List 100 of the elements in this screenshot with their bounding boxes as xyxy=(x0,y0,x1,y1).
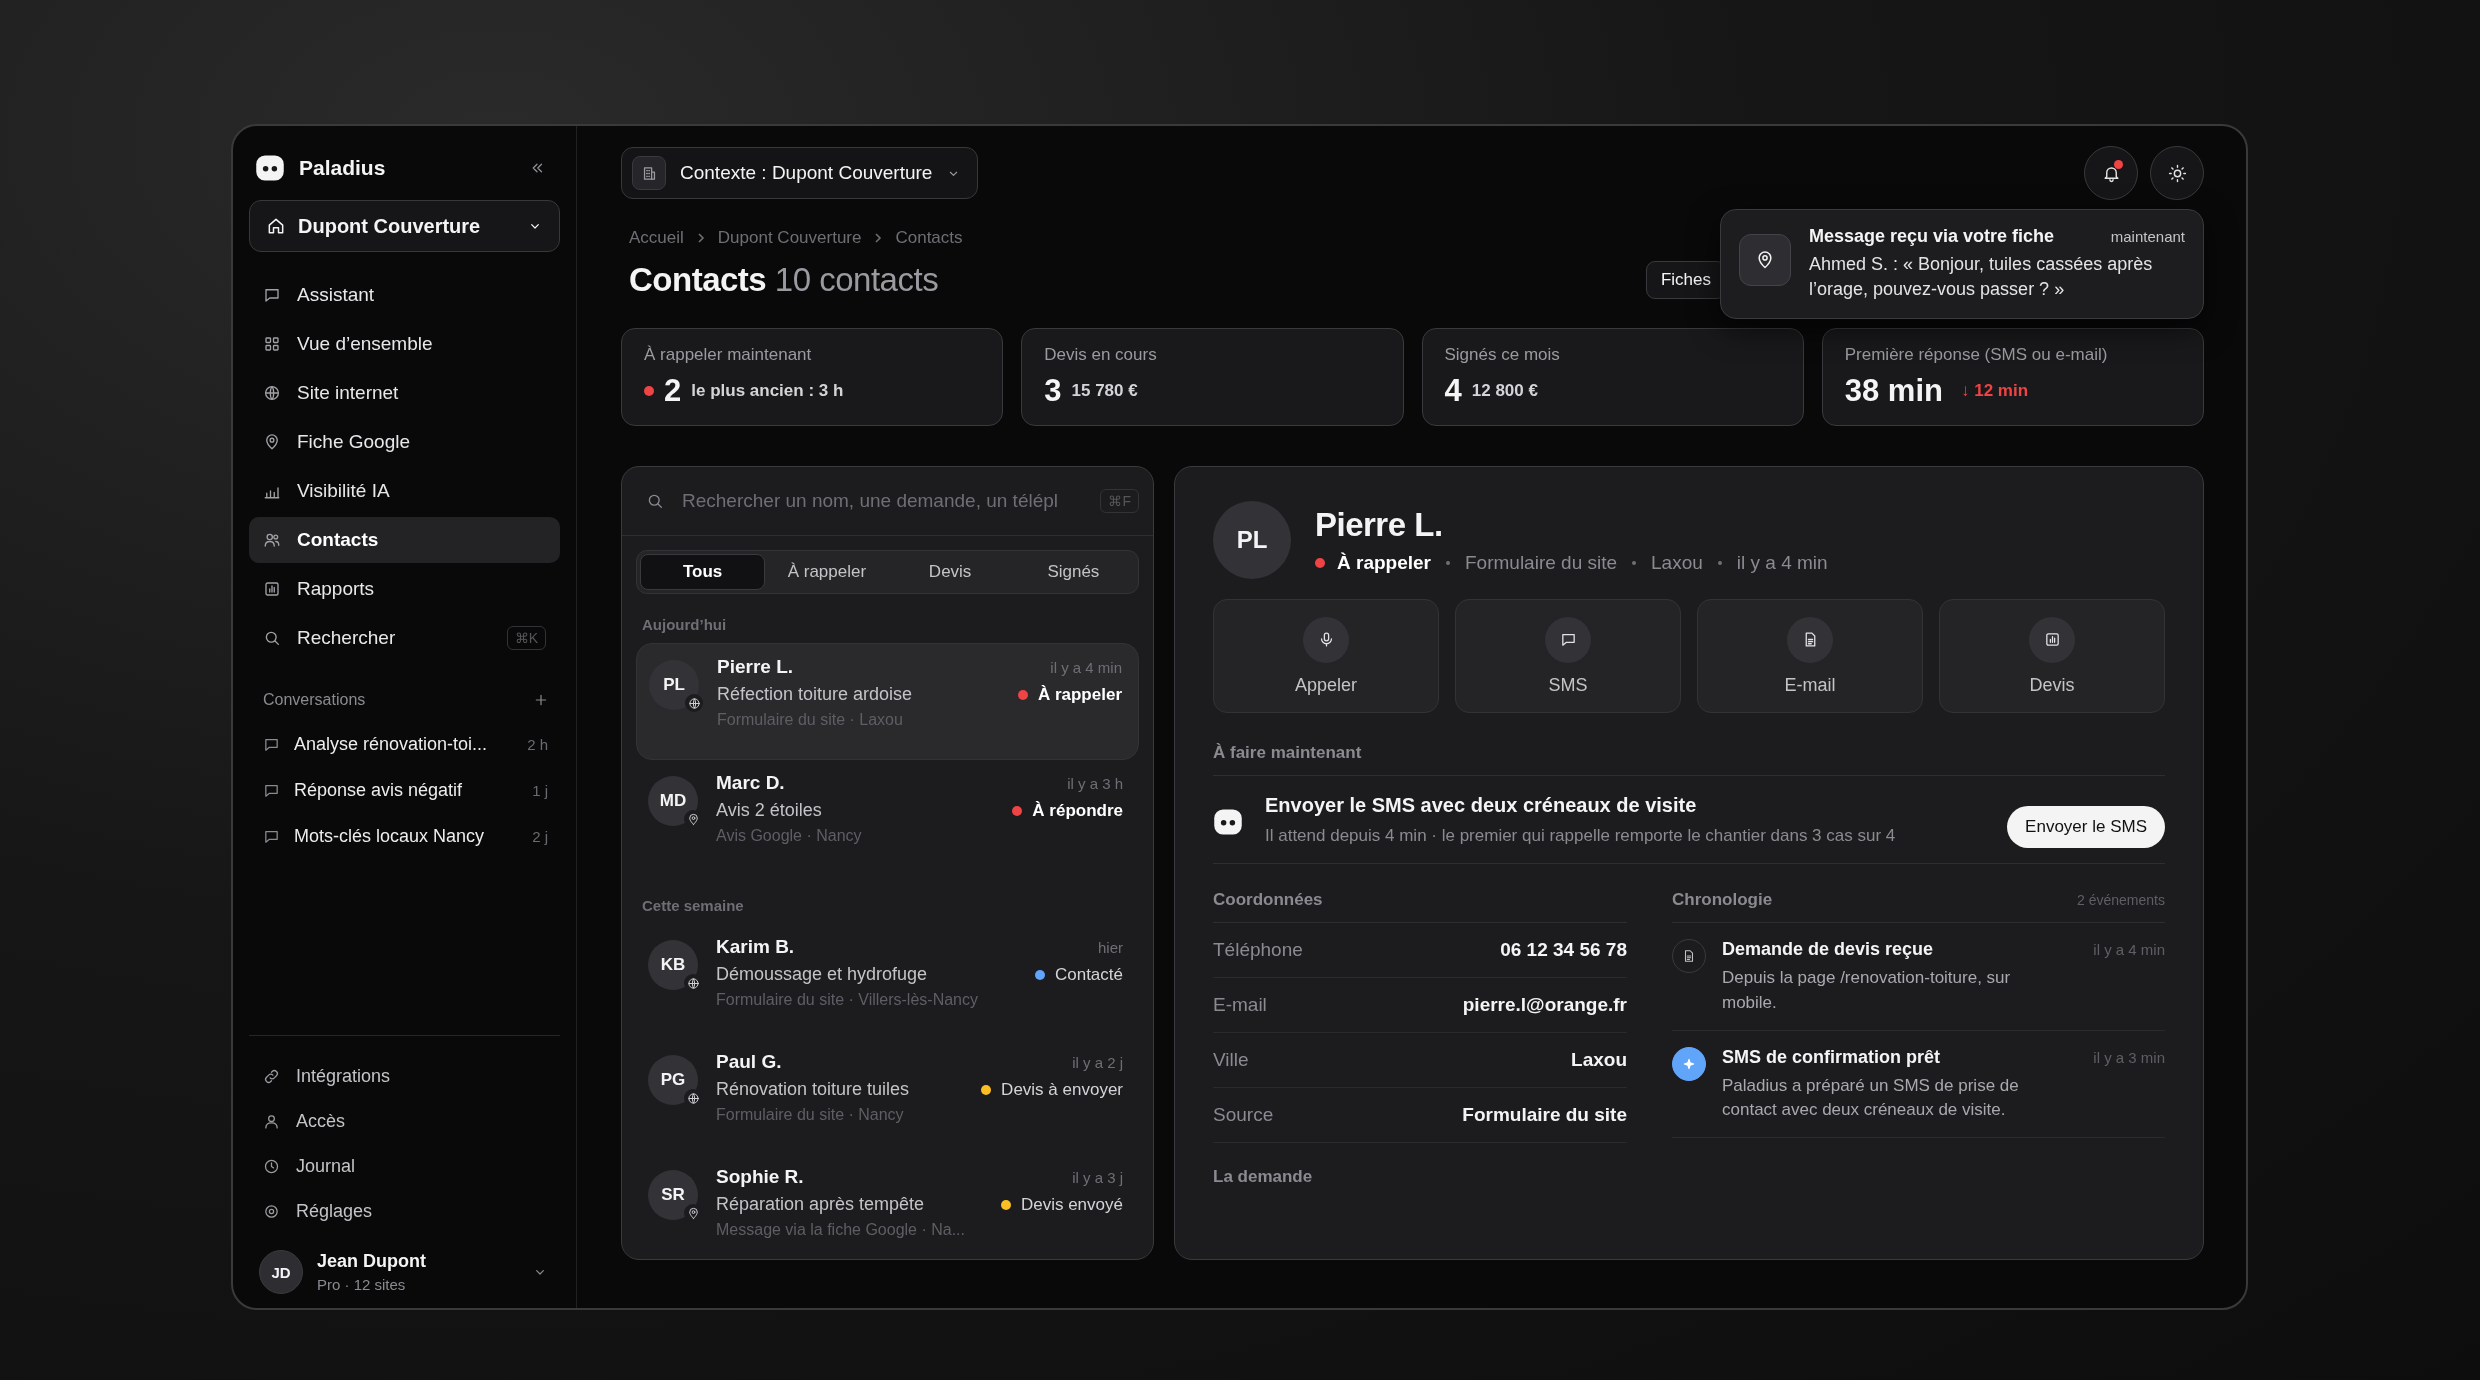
status-label: À rappeler xyxy=(1037,684,1122,705)
avatar: KB xyxy=(648,940,698,990)
contact-name: Marc D. xyxy=(716,772,785,794)
stat-value: 3 xyxy=(1044,373,1062,409)
nav-item[interactable]: Réglages xyxy=(249,1189,560,1234)
field-value: pierre.l@orange.fr xyxy=(1462,994,1627,1017)
clock-icon xyxy=(263,1158,280,1175)
conversation-item[interactable]: Analyse rénovation-toi... 2 h xyxy=(249,721,560,767)
chevron-right-icon xyxy=(873,232,884,244)
breadcrumb-link[interactable]: Contacts xyxy=(895,228,963,248)
link-icon xyxy=(263,1068,280,1085)
event-title: Demande de devis reçue xyxy=(1722,939,1934,961)
status-label: Devis à envoyer xyxy=(1001,1079,1123,1100)
theme-toggle-button[interactable] xyxy=(2150,146,2204,200)
contact-row[interactable]: SR Sophie R. il y a 3 j Réparation après tempête Devis envoyé Message via la fiche Google · Na... xyxy=(636,1154,1139,1259)
sun-icon xyxy=(2167,163,2187,183)
request-text: Réparation après tempête xyxy=(716,1194,925,1215)
status-label: Contacté xyxy=(1054,964,1123,985)
search-icon xyxy=(646,492,664,510)
section-label: Coordonnées xyxy=(1213,890,1323,911)
globe-icon xyxy=(686,1091,700,1105)
chart-icon xyxy=(263,580,281,598)
separator-dot xyxy=(1717,561,1722,565)
conversation-item[interactable]: Réponse avis négatif 1 j xyxy=(249,767,560,813)
status-label: À répondre xyxy=(1032,800,1123,821)
pin-icon xyxy=(263,433,281,451)
section-label: La demande xyxy=(1213,1167,1314,1189)
contact-row[interactable]: PG Paul G. il y a 2 j Rénovation toiture tuiles Devis à envoyer Formulaire du site · Nancy xyxy=(636,1039,1139,1154)
source-text: Message via la fiche Google · Na... xyxy=(716,1221,966,1239)
stat-value: 2 xyxy=(664,373,682,409)
globe-icon xyxy=(263,384,281,402)
context-selector[interactable]: Contexte : Dupont Couverture xyxy=(621,147,979,199)
notifications-button[interactable] xyxy=(2084,146,2138,200)
timestamp: il y a 4 min xyxy=(2093,941,2165,959)
send-sms-button[interactable]: Envoyer le SMS xyxy=(2007,806,2165,848)
filter-tab[interactable]: Tous xyxy=(640,554,766,590)
filter-tab[interactable]: Signés xyxy=(1011,554,1135,590)
people-icon xyxy=(263,531,281,549)
action-button[interactable]: E-mail xyxy=(1697,599,1923,713)
timestamp: il y a 3 j xyxy=(1072,1168,1123,1186)
task-note: Il attend depuis 4 min · le premier qui rappelle remporte le chantier dans 3 cas sur 4 xyxy=(1265,825,1897,847)
field-label: Source xyxy=(1213,1104,1274,1127)
nav-item[interactable]: Rapports xyxy=(249,566,560,612)
user-menu[interactable]: JD Jean Dupont Pro · 12 sites xyxy=(249,1234,560,1294)
stat-value: 4 xyxy=(1444,373,1462,409)
section-label: À faire maintenant xyxy=(1213,743,2165,776)
request-text: Réfection toiture ardoise xyxy=(717,684,913,705)
timestamp: il y a 3 min xyxy=(2093,1048,2165,1066)
app-name: Paladius xyxy=(299,156,387,180)
task-title: Envoyer le SMS avec deux créneaux de visite xyxy=(1265,794,1698,817)
stat-label: À rappeler maintenant xyxy=(644,345,813,365)
chat-icon xyxy=(1559,631,1577,648)
trend-indicator: ↓ 12 min xyxy=(1960,381,2029,401)
document-icon xyxy=(1682,949,1696,964)
breadcrumb-link[interactable]: Accueil xyxy=(629,228,684,248)
section-label: Conversations xyxy=(263,691,366,709)
toast-time: maintenant xyxy=(2110,228,2185,245)
avatar: PG xyxy=(648,1055,698,1105)
plus-icon xyxy=(533,692,549,708)
home-icon xyxy=(266,216,286,236)
nav-item[interactable]: Site internet xyxy=(249,370,560,416)
contact-name: Karim B. xyxy=(716,936,795,958)
nav-item[interactable]: Contacts xyxy=(249,517,560,563)
separator-dot xyxy=(1446,561,1450,565)
contact-row[interactable]: KB Karim B. hier Démoussage et hydrofuge Contacté Formulaire du site · Villers-lès-Nancy xyxy=(636,924,1139,1039)
contact-row[interactable]: MD Marc D. il y a 3 h Avis 2 étoiles À répondre Avis Google · Nancy xyxy=(636,760,1139,875)
contact-name: Sophie R. xyxy=(716,1166,804,1188)
page-title: Contacts xyxy=(629,261,767,298)
toast-title: Message reçu via votre fiche xyxy=(1809,226,2055,247)
filter-tab[interactable]: À rappeler xyxy=(765,554,889,590)
avatar: PL xyxy=(1213,501,1291,579)
source-text: Avis Google · Nancy xyxy=(716,827,863,845)
nav-item[interactable]: Journal xyxy=(249,1144,560,1189)
workspace-selector[interactable]: Dupont Couverture xyxy=(249,200,560,252)
nav-item[interactable]: Assistant xyxy=(249,272,560,318)
stat-label: Devis en cours xyxy=(1044,345,1158,365)
breadcrumb-link[interactable]: Dupont Couverture xyxy=(717,228,862,248)
conversation-item[interactable]: Mots-clés locaux Nancy 2 j xyxy=(249,813,560,859)
field-label: E-mail xyxy=(1213,994,1267,1017)
action-button[interactable]: Appeler xyxy=(1213,599,1439,713)
nav-item[interactable]: Fiche Google xyxy=(249,419,560,465)
nav-item[interactable]: Rechercher ⌘K xyxy=(249,615,560,661)
contact-count: 10 contacts xyxy=(774,261,939,298)
chat-icon xyxy=(263,286,281,304)
field-value: Formulaire du site xyxy=(1462,1104,1627,1127)
action-button[interactable]: SMS xyxy=(1455,599,1681,713)
nav-item[interactable]: Vue d’ensemble xyxy=(249,321,560,367)
action-button[interactable]: Devis xyxy=(1939,599,2165,713)
timestamp: il y a 3 h xyxy=(1067,774,1123,792)
search-field[interactable]: Rechercher un nom, une demande, un télépl xyxy=(680,489,1085,513)
shortcut-badge: ⌘F xyxy=(1100,489,1139,513)
section-label: Chronologie xyxy=(1672,890,1773,911)
status-label: À rappeler xyxy=(1337,552,1431,574)
nav-item[interactable]: Visibilité IA xyxy=(249,468,560,514)
event-count: 2 événements xyxy=(2077,892,2165,909)
nav-item[interactable]: Intégrations xyxy=(249,1054,560,1099)
nav-item[interactable]: Accès xyxy=(249,1099,560,1144)
settings-icon xyxy=(263,1203,280,1220)
meta-text: Laxou xyxy=(1651,552,1703,574)
filter-tab[interactable]: Devis xyxy=(888,554,1012,590)
